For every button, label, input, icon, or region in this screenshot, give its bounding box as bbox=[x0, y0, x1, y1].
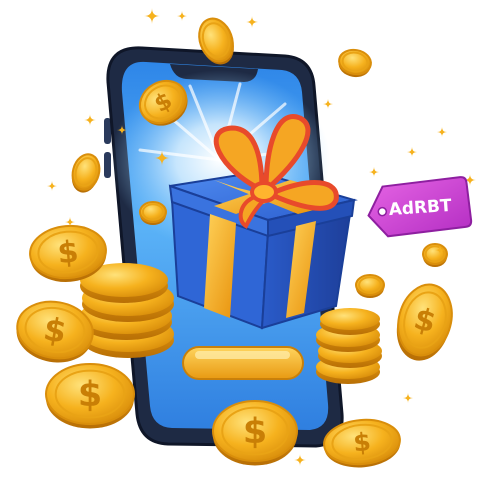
sparkle-icon bbox=[246, 16, 258, 28]
coin-symbol: $ bbox=[56, 235, 80, 272]
screen-button-shine bbox=[195, 351, 290, 359]
coin-symbol: $ bbox=[78, 375, 102, 415]
coin-stack-left bbox=[80, 263, 174, 358]
dollar-coin-icon: $ bbox=[396, 283, 453, 361]
sparkle-icon bbox=[407, 147, 417, 157]
stacked-coin bbox=[320, 308, 380, 335]
sparkle-icon bbox=[323, 99, 333, 109]
phone-side-button bbox=[104, 152, 111, 178]
sparkle-icon bbox=[144, 8, 160, 24]
coin-symbol: $ bbox=[352, 427, 372, 457]
dollar-coin-icon: $ bbox=[212, 400, 298, 466]
price-tag: AdRBT bbox=[367, 176, 473, 238]
bow-knot bbox=[250, 181, 278, 203]
promo-illustration: $$$$$ $$ AdRBT bbox=[16, 8, 476, 468]
dollar-coin-icon bbox=[355, 274, 385, 298]
sparkle-icon bbox=[369, 167, 379, 177]
dollar-coin-icon bbox=[338, 48, 372, 78]
sparkle-icon bbox=[177, 11, 187, 21]
sparkle-icon bbox=[47, 181, 57, 191]
sparkle-icon bbox=[403, 393, 413, 403]
sparkle-icon bbox=[84, 114, 96, 126]
phone-side-button bbox=[104, 118, 111, 144]
sparkle-icon bbox=[294, 454, 306, 466]
dollar-coin-icon bbox=[139, 201, 167, 225]
dollar-coin-icon bbox=[71, 153, 101, 193]
coin-symbol: $ bbox=[243, 412, 267, 452]
dollar-coin-icon: $ bbox=[45, 363, 135, 429]
coin-stack-right bbox=[316, 308, 382, 384]
price-tag-hole bbox=[377, 206, 388, 217]
sparkle-icon bbox=[437, 127, 447, 137]
dollar-coin-icon bbox=[422, 243, 448, 267]
